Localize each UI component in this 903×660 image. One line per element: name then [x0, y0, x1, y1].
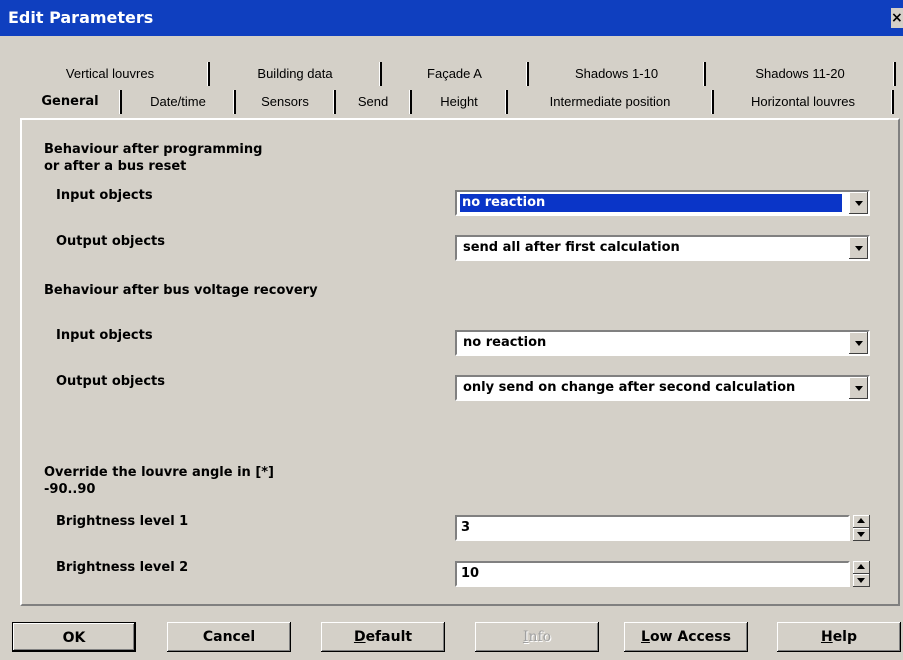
chevron-down-icon[interactable]	[848, 237, 868, 259]
default-button[interactable]: Default	[321, 622, 445, 652]
brightness2-stepper[interactable]	[853, 561, 870, 587]
low-access-rest: ow Access	[649, 629, 731, 645]
tab-vertical-louvres[interactable]: Vertical louvres	[12, 62, 210, 86]
default-rest: efault	[365, 629, 413, 645]
help-accel: H	[820, 629, 833, 645]
volt-input-label: Input objects	[56, 328, 153, 343]
title-bar: Edit Parameters ×	[0, 0, 903, 36]
override-heading-line1: Override the louvre angle in [*]	[44, 465, 275, 480]
tab-date-time[interactable]: Date/time	[122, 90, 236, 114]
default-accel: D	[353, 629, 366, 645]
tab-building-data[interactable]: Building data	[210, 62, 382, 86]
arrow-up-icon[interactable]	[853, 561, 870, 574]
volt-output-select[interactable]: only send on change after second calcula…	[455, 375, 870, 401]
tab-send[interactable]: Send	[336, 90, 412, 114]
prog-input-select[interactable]: no reaction	[455, 190, 870, 216]
brightness1-input[interactable]: 3	[455, 515, 850, 541]
brightness2-input[interactable]: 10	[455, 561, 850, 587]
low-access-accel: L	[641, 629, 650, 645]
volt-input-value: no reaction	[463, 335, 547, 350]
brightness1-label: Brightness level 1	[56, 514, 189, 529]
brightness1-value: 3	[461, 520, 471, 535]
brightness2-label: Brightness level 2	[56, 560, 189, 575]
prog-output-select[interactable]: send all after first calculation	[455, 235, 870, 261]
voltage-heading: Behaviour after bus voltage recovery	[44, 283, 318, 298]
ok-button[interactable]: OK	[12, 622, 136, 652]
tab-general[interactable]: General	[20, 90, 122, 114]
tab-intermediate-position[interactable]: Intermediate position	[508, 90, 714, 114]
tab-facade-a[interactable]: Façade A	[382, 62, 529, 86]
prog-input-value: no reaction	[460, 194, 842, 212]
volt-input-select[interactable]: no reaction	[455, 330, 870, 356]
chevron-down-icon[interactable]	[848, 377, 868, 399]
tab-height[interactable]: Height	[412, 90, 508, 114]
brightness1-stepper[interactable]	[853, 515, 870, 541]
tab-horizontal-louvres[interactable]: Horizontal louvres	[714, 90, 894, 114]
low-access-button[interactable]: Low Access	[624, 622, 748, 652]
brightness2-value: 10	[461, 566, 480, 581]
info-rest: nfo	[528, 629, 552, 645]
arrow-down-icon[interactable]	[853, 528, 870, 541]
window-title: Edit Parameters	[8, 8, 154, 27]
volt-output-label: Output objects	[56, 374, 165, 389]
prog-output-label: Output objects	[56, 234, 165, 249]
programming-heading-line1: Behaviour after programming	[44, 142, 263, 157]
help-rest: elp	[832, 629, 858, 645]
chevron-down-icon[interactable]	[848, 332, 868, 354]
override-heading-line2: -90..90	[44, 482, 96, 497]
prog-output-value: send all after first calculation	[463, 240, 680, 255]
cancel-button[interactable]: Cancel	[167, 622, 291, 652]
arrow-up-icon[interactable]	[853, 515, 870, 528]
prog-input-label: Input objects	[56, 188, 153, 203]
close-icon[interactable]: ×	[891, 8, 903, 28]
info-button[interactable]: Info	[475, 622, 599, 652]
programming-heading-line2: or after a bus reset	[44, 159, 187, 174]
tab-shadows-1-10[interactable]: Shadows 1-10	[529, 62, 706, 86]
help-button[interactable]: Help	[777, 622, 901, 652]
tab-shadows-11-20[interactable]: Shadows 11-20	[706, 62, 896, 86]
volt-output-value: only send on change after second calcula…	[463, 380, 796, 395]
arrow-down-icon[interactable]	[853, 574, 870, 587]
tab-sensors[interactable]: Sensors	[236, 90, 336, 114]
chevron-down-icon[interactable]	[848, 192, 868, 214]
